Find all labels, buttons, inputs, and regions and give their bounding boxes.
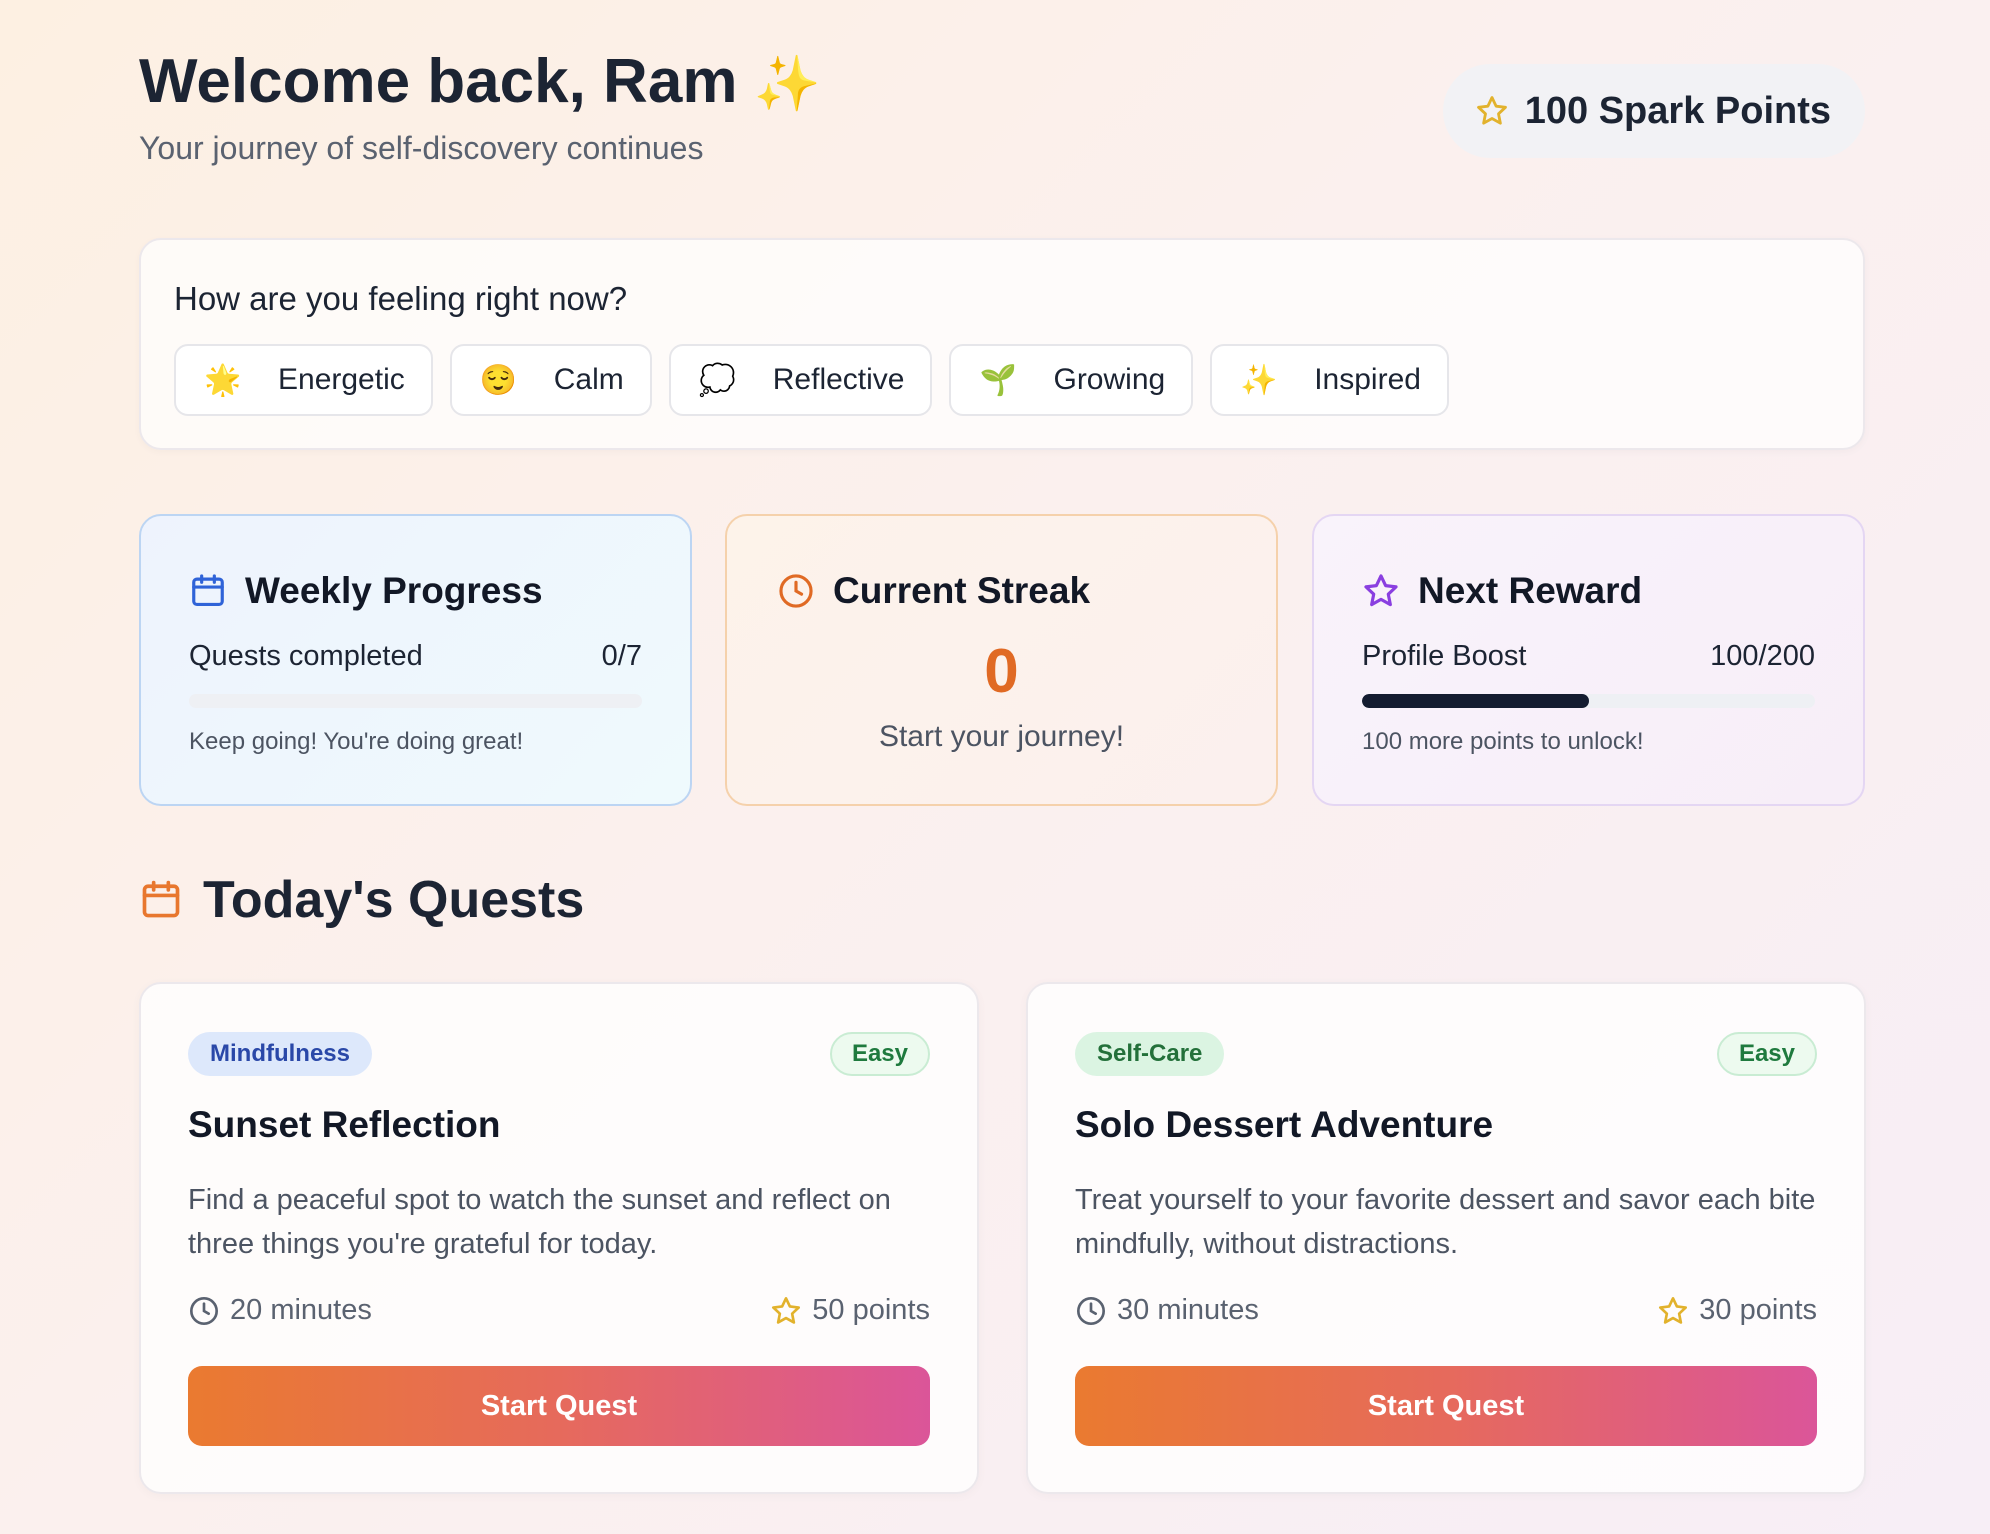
mood-option-growing[interactable]: 🌱 Growing <box>949 344 1194 416</box>
star-icon <box>1476 96 1507 125</box>
current-streak-header: Current Streak <box>777 570 1090 612</box>
mood-question: How are you feeling right now? <box>174 280 628 317</box>
quests-completed-value: 0/7 <box>601 640 642 672</box>
quest-duration: 30 minutes <box>1075 1294 1259 1327</box>
mood-option-inspired[interactable]: ✨ Inspired <box>1210 344 1449 416</box>
mood-option-calm[interactable]: 😌 Calm <box>449 344 652 416</box>
sparkles-icon: ✨ <box>1240 363 1278 397</box>
duration-text: 20 minutes <box>230 1294 372 1326</box>
spark-points-badge[interactable]: 100 Spark Points <box>1442 64 1865 158</box>
difficulty-badge: Easy <box>1716 1032 1817 1076</box>
next-reward-card: Next Reward Profile Boost 100/200 100 mo… <box>1312 514 1865 806</box>
welcome-text: Welcome back, Ram <box>139 47 738 116</box>
weekly-progress-header: Weekly Progress <box>189 570 543 612</box>
thought-bubble-icon: 💭 <box>698 363 737 397</box>
quest-description: Find a peaceful spot to watch the sunset… <box>188 1184 891 1260</box>
mood-label: Growing <box>1053 363 1166 396</box>
current-streak-card: Current Streak 0 Start your journey! <box>725 514 1278 806</box>
clock-icon <box>190 1296 218 1325</box>
reward-progress-bar <box>1362 694 1815 708</box>
calendar-icon <box>192 574 224 607</box>
points-text: 30 points <box>1699 1294 1817 1326</box>
weekly-progress-bar <box>189 694 642 708</box>
quest-description: Treat yourself to your favorite dessert … <box>1075 1184 1816 1260</box>
quests-completed-row: Quests completed 0/7 <box>189 640 642 673</box>
current-streak-title: Current Streak <box>833 570 1091 611</box>
reward-progress-fill <box>1362 694 1589 708</box>
reward-label: Profile Boost <box>1362 640 1527 672</box>
difficulty-badge: Easy <box>829 1032 930 1076</box>
dashboard: Welcome back, Ram ✨ Your journey of self-… <box>139 0 1866 1494</box>
todays-quests-title: Today's Quests <box>203 871 585 929</box>
stats-row: Weekly Progress Quests completed 0/7 Kee… <box>139 514 1865 806</box>
clock-icon <box>1077 1296 1105 1325</box>
weekly-progress-card: Weekly Progress Quests completed 0/7 Kee… <box>139 514 692 806</box>
star-icon <box>1364 574 1398 607</box>
clock-icon <box>779 574 813 608</box>
quest-duration: 20 minutes <box>188 1294 372 1327</box>
mood-option-reflective[interactable]: 💭 Reflective <box>668 344 933 416</box>
quest-meta: 30 minutes 30 points <box>1075 1294 1817 1327</box>
mood-options: 🌟 Energetic 😌 Calm 💭 Reflective 🌱 Growin… <box>174 344 1449 416</box>
welcome-title: Welcome back, Ram ✨ <box>139 46 821 117</box>
mood-label: Reflective <box>772 363 905 396</box>
mood-label: Energetic <box>278 363 405 396</box>
star-icon <box>1659 1296 1688 1324</box>
duration-text: 30 minutes <box>1117 1294 1259 1326</box>
quest-points: 30 points <box>1657 1294 1817 1327</box>
reward-note: 100 more points to unlock! <box>1362 728 1644 755</box>
streak-note: Start your journey! <box>878 720 1125 753</box>
quest-card-sunset-reflection: Mindfulness Easy Sunset Reflection Find … <box>139 982 979 1494</box>
quest-points: 50 points <box>770 1294 930 1327</box>
header: Welcome back, Ram ✨ Your journey of self-… <box>139 0 1865 240</box>
quest-title: Solo Dessert Adventure <box>1075 1104 1494 1145</box>
next-reward-title: Next Reward <box>1418 570 1643 611</box>
sparkle-icon: ✨ <box>753 54 821 114</box>
mood-card: How are you feeling right now? 🌟 Energet… <box>139 238 1865 450</box>
welcome-subtitle: Your journey of self-discovery continues <box>139 130 704 166</box>
star-icon <box>772 1296 801 1324</box>
quest-meta: 20 minutes 50 points <box>188 1294 930 1327</box>
mood-label: Calm <box>553 363 624 396</box>
seedling-icon: 🌱 <box>979 363 1017 397</box>
points-text: 50 points <box>812 1294 930 1326</box>
glowing-star-icon: 🌟 <box>204 363 242 397</box>
quest-card-solo-dessert-adventure: Self-Care Easy Solo Dessert Adventure Tr… <box>1026 982 1866 1494</box>
next-reward-header: Next Reward <box>1362 570 1642 612</box>
category-badge: Mindfulness <box>188 1032 373 1076</box>
quest-title: Sunset Reflection <box>188 1104 501 1145</box>
category-badge: Self-Care <box>1075 1032 1225 1076</box>
spark-points-label: 100 Spark Points <box>1524 89 1831 132</box>
quests-completed-label: Quests completed <box>189 640 423 672</box>
calendar-icon <box>142 880 180 918</box>
weekly-progress-note: Keep going! You're doing great! <box>189 728 524 755</box>
mood-label: Inspired <box>1314 363 1421 396</box>
reward-value: 100/200 <box>1710 640 1815 672</box>
reward-row: Profile Boost 100/200 <box>1362 640 1815 673</box>
start-quest-button[interactable]: Start Quest <box>188 1366 930 1446</box>
relieved-face-icon: 😌 <box>479 363 518 397</box>
streak-count: 0 <box>984 637 1019 706</box>
weekly-progress-title: Weekly Progress <box>245 570 543 611</box>
todays-quests-heading: Today's Quests <box>139 870 584 930</box>
mood-option-energetic[interactable]: 🌟 Energetic <box>174 344 433 416</box>
start-quest-button[interactable]: Start Quest <box>1075 1366 1817 1446</box>
